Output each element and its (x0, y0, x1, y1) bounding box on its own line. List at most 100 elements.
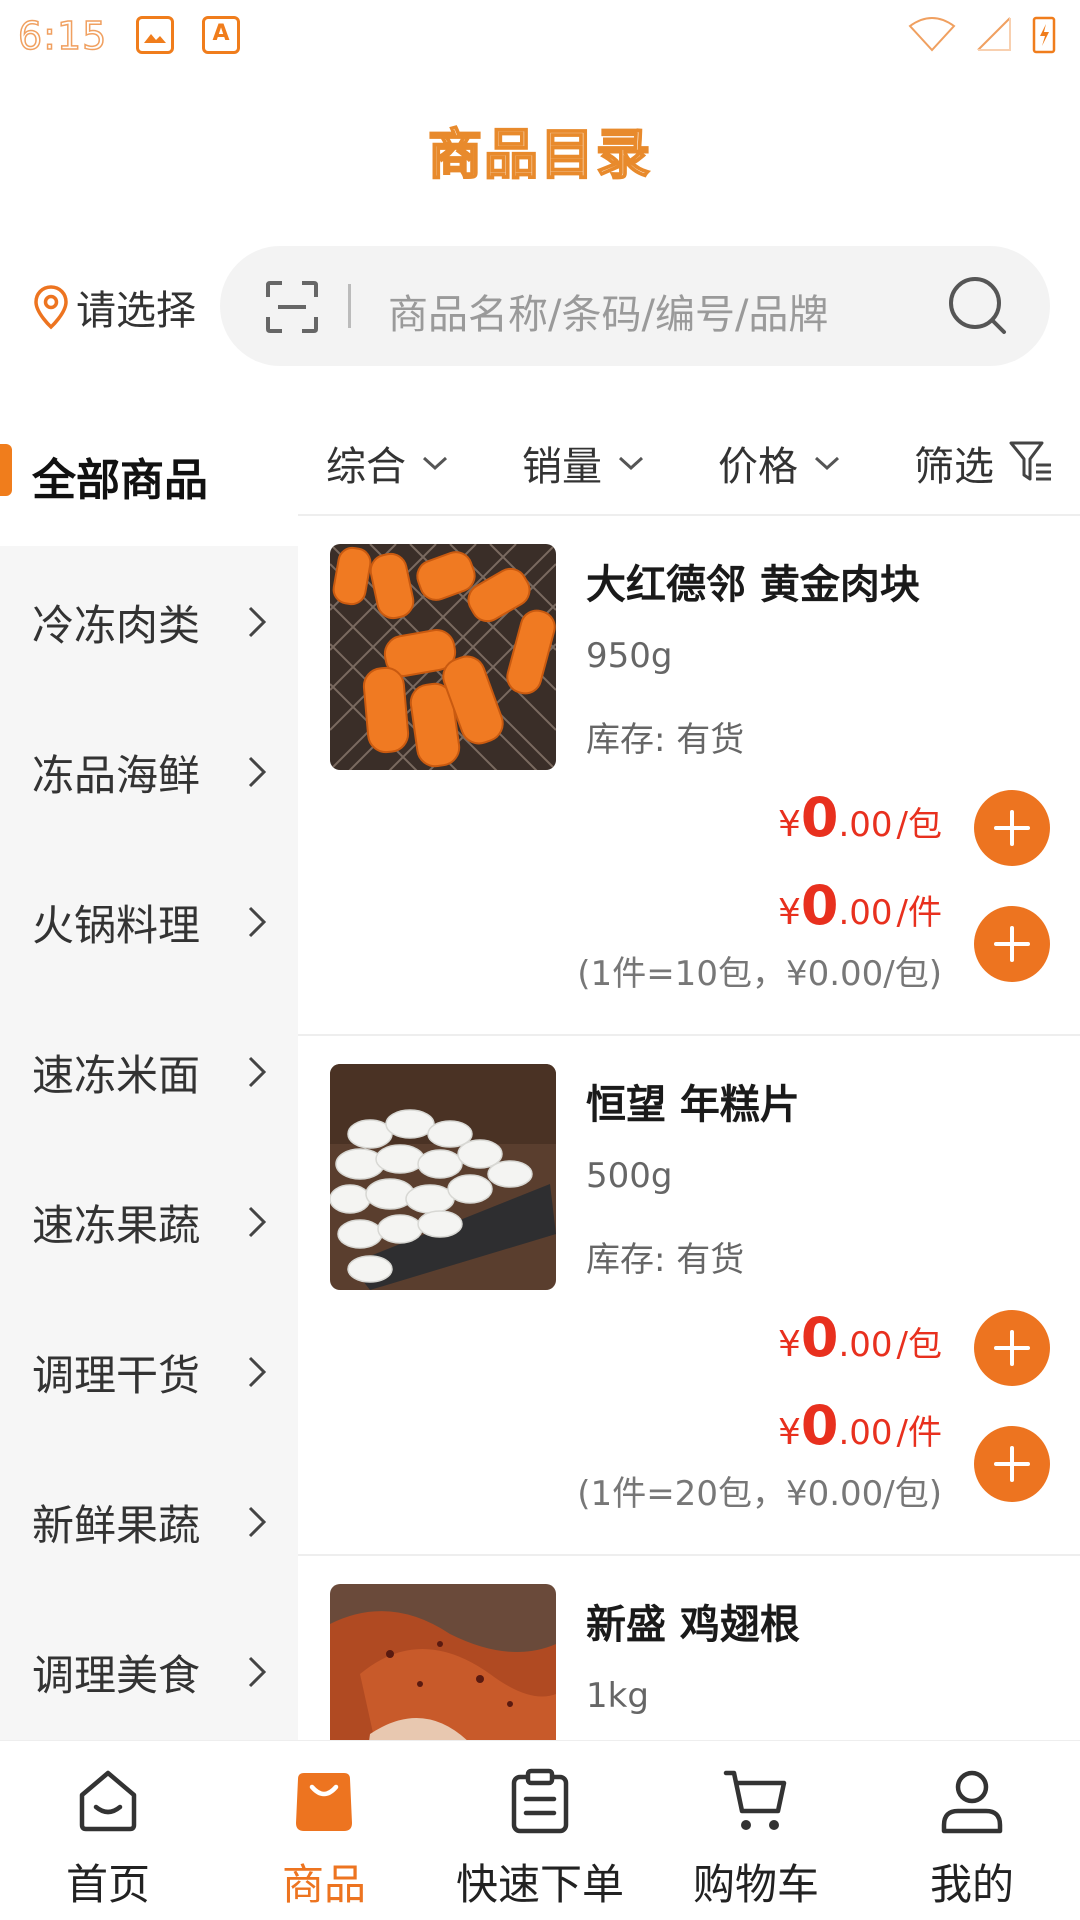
signal-icon (977, 17, 1011, 51)
product-name: 新盛 鸡翅根 (586, 1602, 800, 1648)
price-integer: 0 (800, 874, 839, 937)
price-unit: /包 (896, 805, 942, 845)
clipboard-icon (511, 1768, 569, 1834)
price-decimal: .00 (838, 1413, 893, 1453)
gallery-notification-icon (136, 16, 174, 54)
category-label: 速冻米面 (32, 1051, 201, 1100)
tab-label: 我的 (929, 1860, 1014, 1909)
tab-cart[interactable]: 购物车 (648, 1741, 864, 1920)
search-divider (348, 284, 351, 328)
unit-conversion-note: (1件=10包，¥0.00/包) (577, 954, 942, 994)
product-card[interactable]: 大红德邻 黄金肉块 950g 库存: 有货 ¥ 0 .00 /包 ¥ 0 .00… (298, 516, 1080, 1036)
category-label: 冻品海鲜 (32, 751, 201, 800)
sort-bar: 综合 销量 价格 筛选 (298, 420, 1080, 516)
category-item[interactable]: 火锅料理 (0, 846, 298, 996)
price-unit: /件 (896, 1413, 942, 1453)
sort-filter[interactable]: 筛选 (914, 434, 1054, 492)
home-icon (79, 1770, 137, 1832)
add-to-cart-case-button[interactable] (974, 906, 1050, 982)
sort-label: 筛选 (914, 444, 994, 490)
shopping-bag-icon (296, 1773, 352, 1831)
category-item[interactable]: 速冻果蔬 (0, 1146, 298, 1296)
category-item[interactable]: 新鲜果蔬 (0, 1446, 298, 1596)
price-unit: /件 (896, 893, 942, 933)
product-image[interactable] (330, 1584, 556, 1740)
product-stock: 库存: 有货 (586, 1240, 745, 1280)
sort-label: 价格 (718, 444, 798, 490)
sort-composite[interactable]: 综合 (326, 434, 450, 492)
unit-conversion-note: (1件=20包，¥0.00/包) (577, 1474, 942, 1514)
price-integer: 0 (800, 1306, 839, 1369)
product-image[interactable] (330, 544, 556, 770)
add-to-cart-pack-button[interactable] (974, 1310, 1050, 1386)
product-spec: 950g (586, 636, 673, 676)
price-currency: ¥ (777, 1324, 801, 1365)
price-currency: ¥ (777, 892, 801, 933)
bottom-tab-bar: 首页 商品 快速下单 购物车 我的 (0, 1740, 1080, 1920)
category-item[interactable]: 调理干货 (0, 1296, 298, 1446)
app-notification-icon: A (202, 16, 240, 54)
tab-label: 购物车 (692, 1860, 819, 1909)
search-icon[interactable] (946, 274, 1010, 338)
wifi-icon (908, 17, 956, 52)
sort-label: 销量 (522, 444, 602, 490)
price-decimal: .00 (838, 893, 893, 933)
chevron-right-icon (248, 1356, 267, 1388)
category-label: 火锅料理 (32, 901, 201, 950)
category-label: 速冻果蔬 (32, 1201, 201, 1250)
chevron-right-icon (248, 756, 267, 788)
category-all-label: 全部商品 (32, 455, 208, 506)
tab-products[interactable]: 商品 (216, 1741, 432, 1920)
price-currency: ¥ (777, 804, 801, 845)
product-spec: 500g (586, 1156, 673, 1196)
product-card[interactable]: 新盛 鸡翅根 1kg (298, 1556, 1080, 1740)
cart-icon (723, 1770, 787, 1830)
product-stock: 库存: 有货 (586, 720, 745, 760)
search-input[interactable]: 商品名称/条码/编号/品牌 (388, 282, 828, 340)
tab-label: 商品 (281, 1860, 366, 1909)
chevron-down-icon (422, 456, 448, 471)
price-per-case: ¥ 0 .00 /件 (778, 1394, 942, 1457)
price-integer: 0 (800, 786, 839, 849)
product-name: 大红德邻 黄金肉块 (586, 562, 920, 608)
price-decimal: .00 (838, 805, 893, 845)
product-spec: 1kg (586, 1676, 649, 1716)
product-image[interactable] (330, 1064, 556, 1290)
price-integer: 0 (800, 1394, 839, 1457)
battery-icon (1032, 16, 1056, 54)
sort-sales[interactable]: 销量 (522, 434, 646, 492)
category-item[interactable]: 速冻米面 (0, 996, 298, 1146)
add-to-cart-pack-button[interactable] (974, 790, 1050, 866)
chevron-right-icon (248, 1656, 267, 1688)
user-icon (941, 1770, 1003, 1834)
tab-quick-order[interactable]: 快速下单 (432, 1741, 648, 1920)
price-decimal: .00 (838, 1325, 893, 1365)
tab-profile[interactable]: 我的 (864, 1741, 1080, 1920)
category-label: 调理美食 (32, 1651, 201, 1700)
active-indicator (0, 444, 12, 496)
add-to-cart-case-button[interactable] (974, 1426, 1050, 1502)
tab-label: 首页 (65, 1860, 150, 1909)
chevron-right-icon (248, 1206, 267, 1238)
location-pin-icon (34, 285, 68, 330)
price-per-pack: ¥ 0 .00 /包 (778, 1306, 942, 1369)
product-name: 恒望 年糕片 (586, 1082, 800, 1128)
sort-price[interactable]: 价格 (718, 434, 842, 492)
tab-home[interactable]: 首页 (0, 1741, 216, 1920)
product-card[interactable]: 恒望 年糕片 500g 库存: 有货 ¥ 0 .00 /包 ¥ 0 .00 /件… (298, 1036, 1080, 1556)
price-unit: /包 (896, 1325, 942, 1365)
search-box[interactable]: 商品名称/条码/编号/品牌 (220, 246, 1050, 366)
price-per-case: ¥ 0 .00 /件 (778, 874, 942, 937)
scan-icon[interactable] (264, 279, 320, 335)
location-selector[interactable]: 请选择 (32, 278, 196, 336)
status-time: 6:15 (17, 13, 108, 59)
chevron-right-icon (248, 606, 267, 638)
category-item[interactable]: 冷冻肉类 (0, 546, 298, 696)
page-title: 商品目录 (427, 122, 652, 187)
category-label: 调理干货 (32, 1351, 201, 1400)
category-label: 新鲜果蔬 (32, 1501, 201, 1550)
chevron-right-icon (248, 1506, 267, 1538)
category-item[interactable]: 冻品海鲜 (0, 696, 298, 846)
chevron-down-icon (814, 456, 840, 471)
category-item[interactable]: 调理美食 (0, 1596, 298, 1746)
